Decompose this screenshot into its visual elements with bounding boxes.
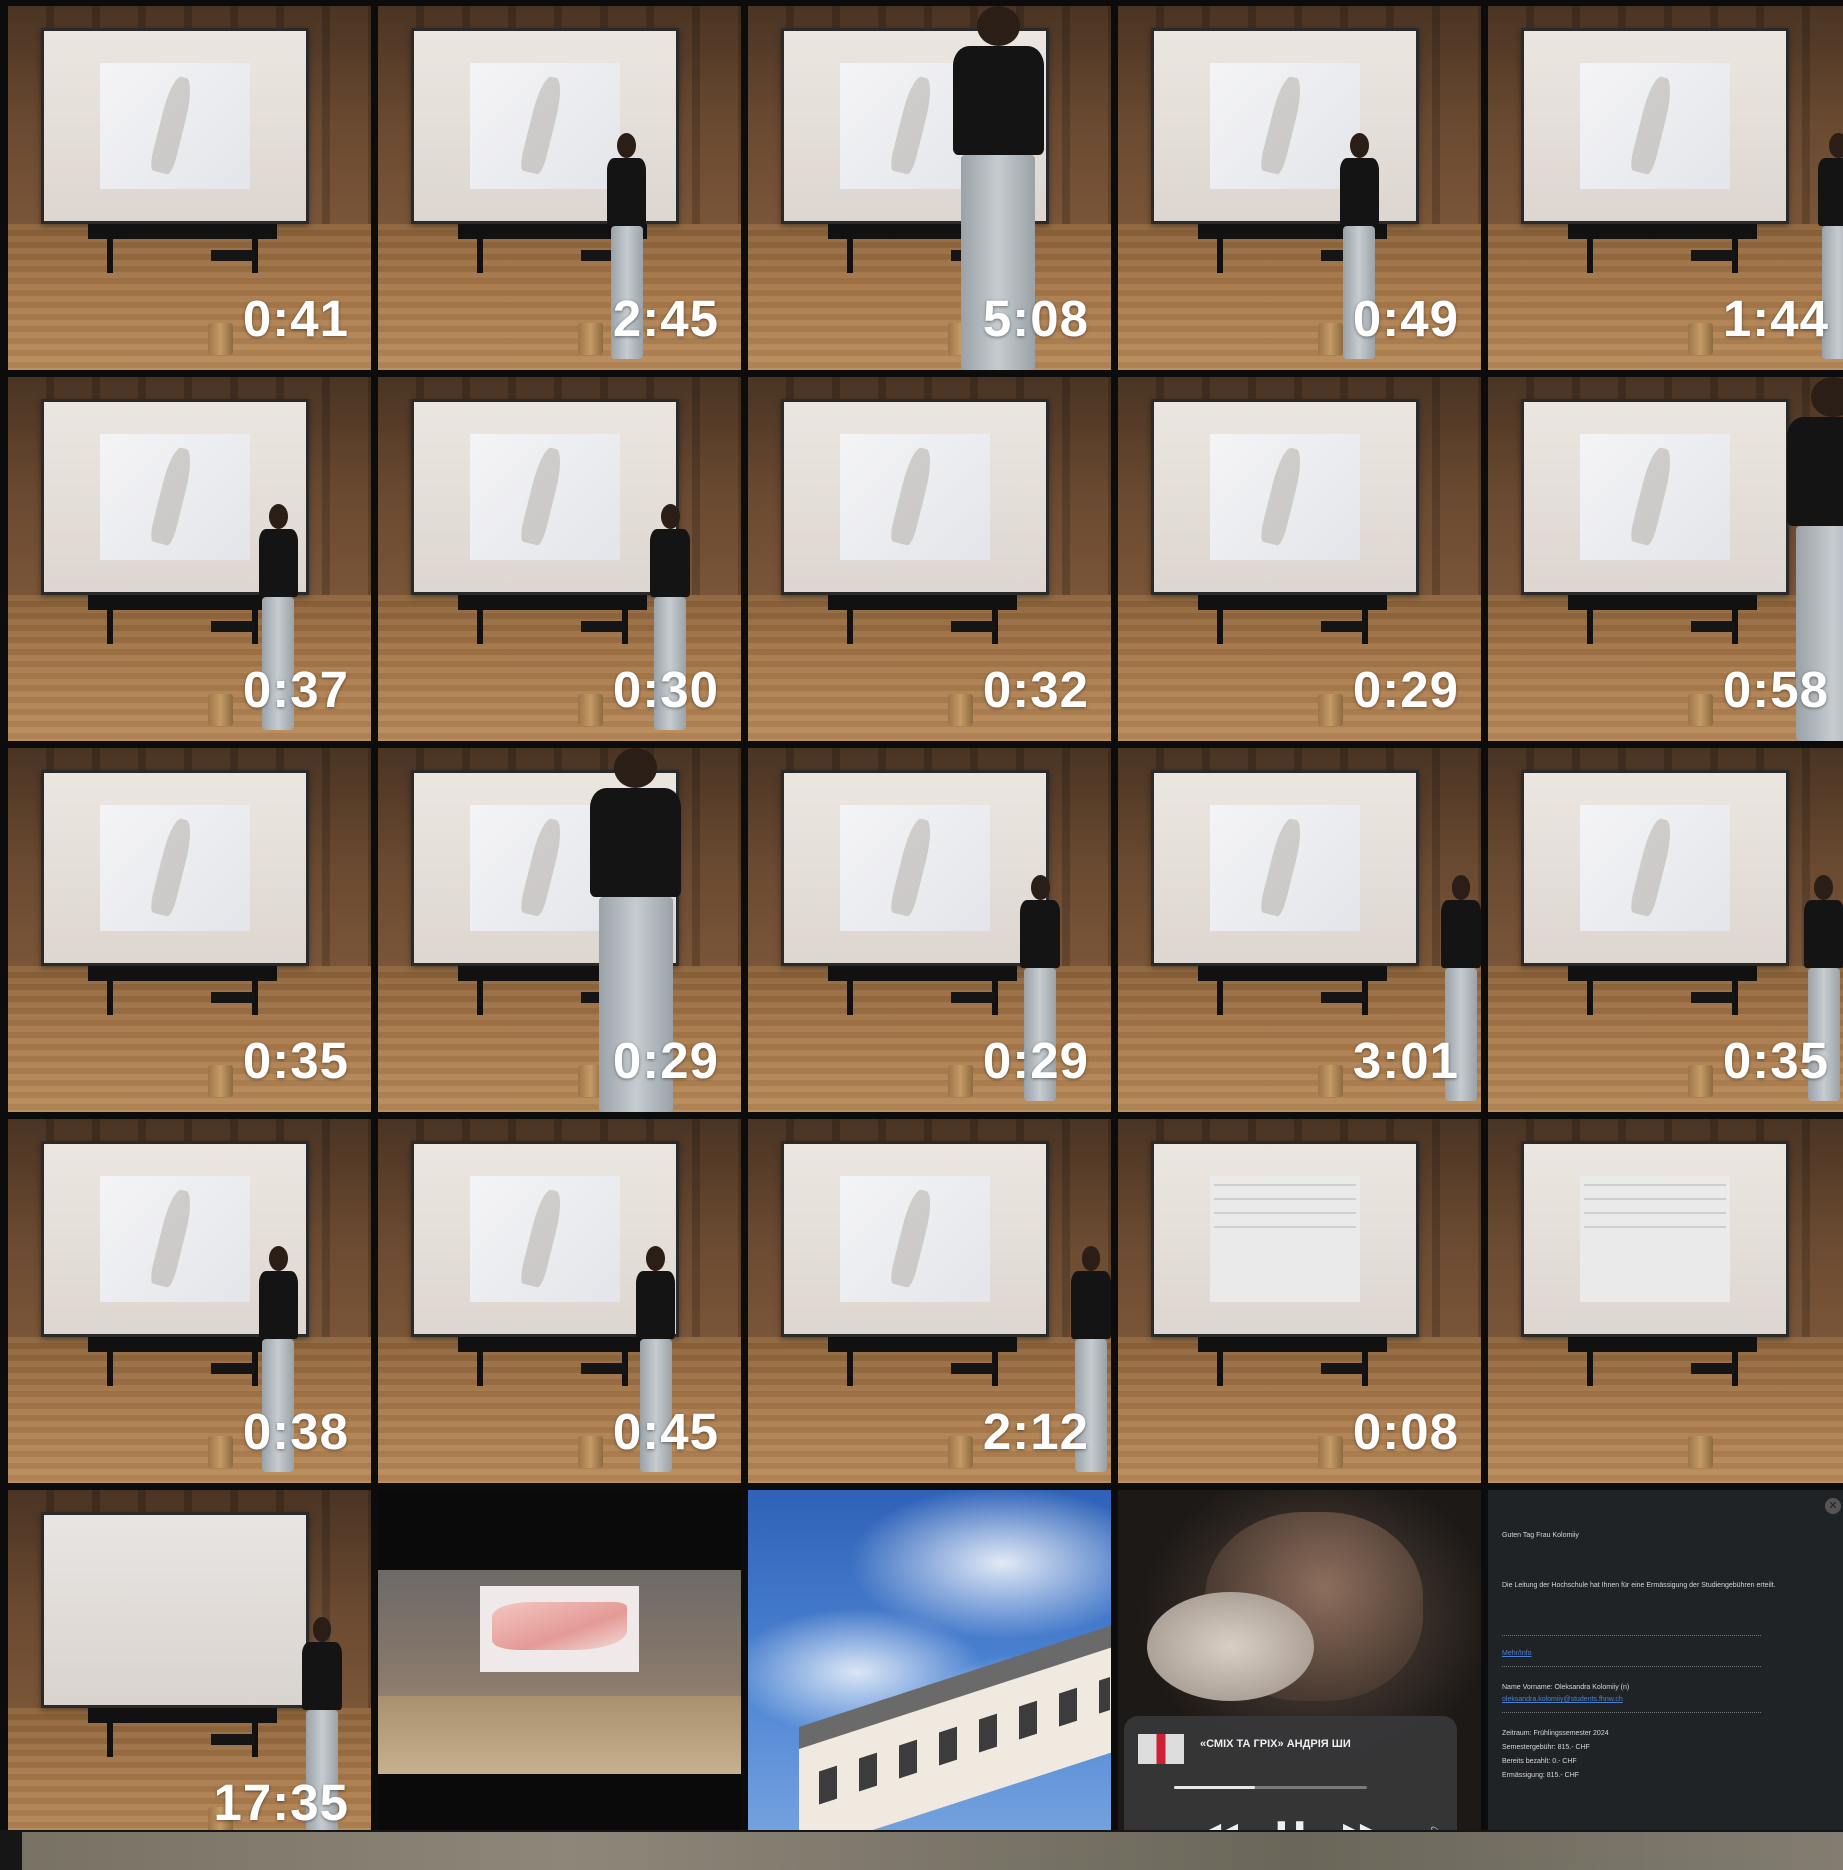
email-paid: Bereits bezahlt: 0.- CHF [1502,1758,1577,1765]
video-duration: 0:35 [242,1032,349,1089]
video-duration: 2:12 [982,1403,1089,1460]
projection-screen [1150,769,1420,967]
video-thumbnail[interactable]: 5:08 [748,6,1111,370]
screenshot-thumbnail-music-player[interactable]: «СМІХ ТА ГРІХ» АНДРІЯ ШИ ◀◀ ❚❚ ▶▶ 🔈 [1118,1490,1481,1854]
close-icon[interactable]: ✕ [1825,1498,1841,1514]
video-thumbnail[interactable]: 3:01 [1118,748,1481,1112]
video-duration: 0:29 [982,1032,1089,1089]
video-thumbnail[interactable]: 0:37 [8,377,371,741]
photo-gallery: 0:41 2:45 5:08 0:49 1:44 0:37 0:30 0:32 0:29 0:58… [0,0,1843,1870]
email-body: Die Leitung der Hochschule hat Ihnen für… [1502,1582,1776,1589]
projection-screen [780,1140,1050,1338]
photo-thumbnail-stage-wide[interactable] [378,1490,741,1854]
email-period: Zeitraum: Frühlingssemester 2024 [1502,1730,1609,1737]
divider [1502,1712,1761,1713]
video-thumbnail[interactable]: 0:35 [1488,748,1843,1112]
video-duration: 0:32 [982,661,1089,718]
video-thumbnail[interactable]: 0:29 [1118,377,1481,741]
hat [1147,1591,1314,1702]
video-duration: 0:29 [1352,661,1459,718]
video-duration: 0:08 [1352,1403,1459,1460]
video-thumbnail[interactable] [1488,1119,1843,1483]
email-subject: Guten Tag Frau Kolomiiy [1502,1532,1579,1539]
projection-screen [1520,769,1790,967]
photo-thumbnail-sky[interactable] [748,1490,1111,1854]
video-thumbnail[interactable]: 2:45 [378,6,741,370]
video-thumbnail[interactable]: 0:30 [378,377,741,741]
divider [1502,1666,1761,1667]
partial-thumbnail[interactable] [22,1832,1843,1870]
video-duration: 0:29 [612,1032,719,1089]
video-duration: 0:58 [1722,661,1829,718]
building [798,1619,1111,1854]
stage-photo [378,1570,741,1774]
projection-screen [40,1511,310,1709]
video-duration: 1:44 [1722,290,1829,347]
email-address-link[interactable]: oleksandra.kolomiiy@students.fhnw.ch [1502,1694,1837,1705]
video-thumbnail[interactable]: 0:35 [8,748,371,1112]
video-duration: 3:01 [1352,1032,1459,1089]
email-name-line: Name Vorname: Oleksandra Kolomiiy (n) [1502,1684,1630,1691]
video-duration: 0:45 [612,1403,719,1460]
video-thumbnail[interactable]: 0:08 [1118,1119,1481,1483]
projection-screen [1150,398,1420,596]
thumbnail-grid: 0:41 2:45 5:08 0:49 1:44 0:37 0:30 0:32 0:29 0:58… [8,6,1843,1854]
projection-screen [40,27,310,225]
email-fee: Semestergebühr: 815.- CHF [1502,1744,1590,1751]
video-thumbnail[interactable]: 17:35 [8,1490,371,1854]
video-thumbnail[interactable]: 0:58 [1488,377,1843,741]
video-thumbnail[interactable]: 0:32 [748,377,1111,741]
screenshot-thumbnail-email[interactable]: ✕ Guten Tag Frau Kolomiiy Die Leitung de… [1488,1490,1843,1854]
album-art [1138,1733,1184,1764]
progress-bar[interactable] [1174,1785,1367,1789]
video-duration: 5:08 [982,290,1089,347]
bottom-row-peek [0,1830,1843,1870]
track-title: «СМІХ ТА ГРІХ» АНДРІЯ ШИ [1200,1737,1351,1750]
video-thumbnail[interactable]: 1:44 [1488,6,1843,370]
projection-screen [1520,27,1790,225]
projection-screen [1150,1140,1420,1338]
video-duration: 0:30 [612,661,719,718]
video-duration: 2:45 [612,290,719,347]
video-duration: 17:35 [213,1774,349,1831]
projection-screen [1520,398,1790,596]
projection-screen [780,769,1050,967]
projection-screen [1520,1140,1790,1338]
email-link[interactable]: Mehr/Info [1502,1648,1837,1659]
video-thumbnail[interactable]: 2:12 [748,1119,1111,1483]
video-thumbnail[interactable]: 0:29 [378,748,741,1112]
email-reduction: Ermässigung: 815.- CHF [1502,1772,1580,1779]
projection-screen [780,398,1050,596]
projection-screen [410,398,680,596]
video-thumbnail[interactable]: 0:29 [748,748,1111,1112]
video-thumbnail[interactable]: 0:41 [8,6,371,370]
video-thumbnail[interactable]: 0:49 [1118,6,1481,370]
video-duration: 0:38 [242,1403,349,1460]
progress-fill [1174,1785,1256,1789]
video-thumbnail[interactable]: 0:38 [8,1119,371,1483]
video-duration: 0:35 [1722,1032,1829,1089]
projection-screen [40,769,310,967]
video-duration: 0:41 [242,290,349,347]
video-duration: 0:37 [242,661,349,718]
divider [1502,1635,1761,1636]
video-duration: 0:49 [1352,290,1459,347]
video-thumbnail[interactable]: 0:45 [378,1119,741,1483]
